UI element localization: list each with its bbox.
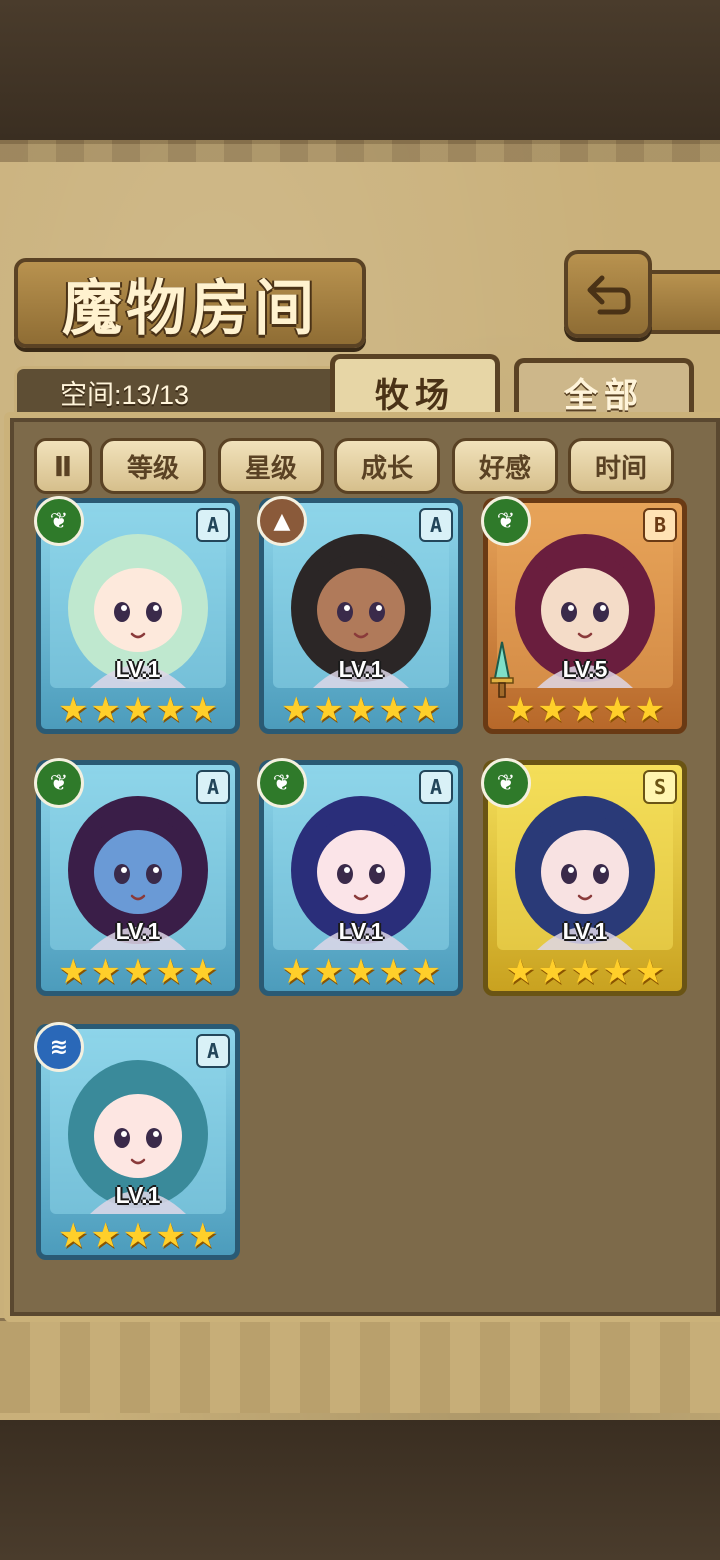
star-icon: ★ bbox=[90, 952, 121, 992]
leaf-icon: ❦ bbox=[34, 496, 84, 546]
star-icon: ★ bbox=[58, 690, 89, 730]
star-icon: ★ bbox=[281, 952, 312, 992]
rank-badge: S bbox=[643, 770, 677, 804]
star-rating: ★ ★ ★ ★ ★ bbox=[58, 690, 218, 730]
level-label: LV.1 bbox=[338, 918, 384, 944]
sort-toggle-button[interactable]: Ⅱ bbox=[34, 438, 92, 494]
monster-card[interactable]: ❦ B LV.5 ★ ★ ★ ★ ★ bbox=[481, 496, 687, 734]
monster-card[interactable]: ▲ A LV.1 ★ ★ ★ ★ ★ bbox=[257, 496, 463, 734]
level-label: LV.1 bbox=[115, 918, 161, 944]
star-rating: ★ ★ ★ ★ ★ bbox=[58, 1216, 218, 1256]
parchment-top-trim bbox=[0, 140, 720, 162]
rank-badge: B bbox=[643, 508, 677, 542]
back-button[interactable] bbox=[564, 250, 652, 338]
level-label: LV.1 bbox=[562, 918, 608, 944]
level-label: LV.1 bbox=[115, 1182, 161, 1208]
filter-level-button[interactable]: 等级 bbox=[100, 438, 206, 494]
rank-badge: A bbox=[419, 770, 453, 804]
mountain-icon: ▲ bbox=[257, 496, 307, 546]
star-rating: ★ ★ ★ ★ ★ bbox=[281, 690, 441, 730]
star-icon: ★ bbox=[634, 690, 665, 730]
star-icon: ★ bbox=[569, 952, 601, 992]
star-icon: ★ bbox=[122, 952, 154, 992]
star-icon: ★ bbox=[634, 952, 665, 992]
star-rating: ★ ★ ★ ★ ★ bbox=[58, 952, 218, 992]
monster-card[interactable]: ❦ S LV.1 ★ ★ ★ ★ ★ bbox=[481, 758, 687, 996]
star-icon: ★ bbox=[155, 690, 186, 730]
star-rating: ★ ★ ★ ★ ★ bbox=[505, 952, 665, 992]
rank-badge: A bbox=[419, 508, 453, 542]
star-icon: ★ bbox=[345, 690, 377, 730]
star-icon: ★ bbox=[58, 952, 89, 992]
star-icon: ★ bbox=[187, 952, 218, 992]
star-icon: ★ bbox=[155, 952, 186, 992]
filter-growth-button[interactable]: 成长 bbox=[334, 438, 440, 494]
star-rating: ★ ★ ★ ★ ★ bbox=[281, 952, 441, 992]
star-icon: ★ bbox=[537, 952, 568, 992]
star-icon: ★ bbox=[410, 952, 441, 992]
level-label: LV.5 bbox=[562, 656, 608, 682]
star-icon: ★ bbox=[122, 690, 154, 730]
level-label: LV.1 bbox=[115, 656, 161, 682]
parchment-bottom-trim bbox=[0, 1318, 720, 1413]
sort-toggle-icon: Ⅱ bbox=[53, 449, 73, 483]
star-icon: ★ bbox=[345, 952, 377, 992]
star-icon: ★ bbox=[313, 952, 344, 992]
rank-badge: A bbox=[196, 1034, 230, 1068]
level-label: LV.1 bbox=[338, 656, 384, 682]
title-plate: 魔物房间 bbox=[14, 258, 366, 348]
filter-stars-button[interactable]: 星级 bbox=[218, 438, 324, 494]
monster-card[interactable]: ❦ A LV.1 ★ ★ ★ ★ ★ bbox=[34, 758, 240, 996]
star-icon: ★ bbox=[537, 690, 568, 730]
star-icon: ★ bbox=[187, 1216, 218, 1256]
star-icon: ★ bbox=[281, 690, 312, 730]
star-icon: ★ bbox=[378, 690, 409, 730]
star-icon: ★ bbox=[602, 690, 633, 730]
star-icon: ★ bbox=[602, 952, 633, 992]
leaf-icon: ❦ bbox=[481, 496, 531, 546]
back-button-tail bbox=[640, 270, 720, 334]
star-icon: ★ bbox=[90, 690, 121, 730]
star-icon: ★ bbox=[505, 952, 536, 992]
rank-badge: A bbox=[196, 770, 230, 804]
top-map-band bbox=[0, 0, 720, 140]
star-icon: ★ bbox=[58, 1216, 89, 1256]
monster-card[interactable]: ≋ A LV.1 ★ ★ ★ ★ ★ bbox=[34, 1022, 240, 1260]
leaf-icon: ❦ bbox=[481, 758, 531, 808]
star-icon: ★ bbox=[187, 690, 218, 730]
leaf-icon: ❦ bbox=[257, 758, 307, 808]
filter-affection-button[interactable]: 好感 bbox=[452, 438, 558, 494]
return-arrow-icon bbox=[587, 275, 631, 315]
rank-badge: A bbox=[196, 508, 230, 542]
star-icon: ★ bbox=[313, 690, 344, 730]
star-icon: ★ bbox=[122, 1216, 154, 1256]
star-icon: ★ bbox=[155, 1216, 186, 1256]
star-icon: ★ bbox=[569, 690, 601, 730]
bottom-map-band bbox=[0, 1420, 720, 1560]
filter-time-button[interactable]: 时间 bbox=[568, 438, 674, 494]
leaf-icon: ❦ bbox=[34, 758, 84, 808]
page-title: 魔物房间 bbox=[62, 273, 318, 344]
star-icon: ★ bbox=[378, 952, 409, 992]
star-icon: ★ bbox=[505, 690, 536, 730]
star-icon: ★ bbox=[90, 1216, 121, 1256]
space-capacity-label: 空间:13/13 bbox=[60, 379, 190, 410]
waves-icon: ≋ bbox=[34, 1022, 84, 1072]
star-icon: ★ bbox=[410, 690, 441, 730]
monster-card[interactable]: ❦ A LV.1 ★ ★ ★ ★ ★ bbox=[34, 496, 240, 734]
star-rating: ★ ★ ★ ★ ★ bbox=[505, 690, 665, 730]
monster-card[interactable]: ❦ A LV.1 ★ ★ ★ ★ ★ bbox=[257, 758, 463, 996]
filter-bar: Ⅱ 等级 星级 成长 好感 时间 bbox=[30, 436, 680, 494]
